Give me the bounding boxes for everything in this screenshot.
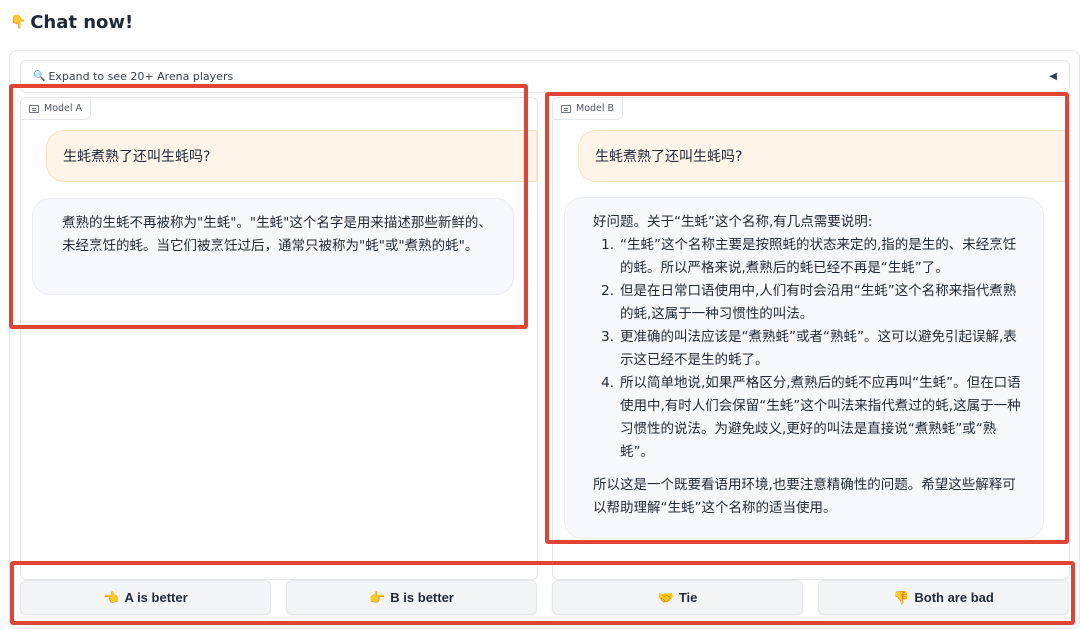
accordion-label: Expand to see 20+ Arena players bbox=[48, 70, 234, 83]
user-message-text: 生蚝煮熟了还叫生蚝吗? bbox=[63, 149, 211, 165]
thumbs-down-icon: 👎 bbox=[893, 589, 910, 605]
pointing-right-icon: 👉 bbox=[369, 589, 386, 605]
button-label: A is better bbox=[124, 590, 188, 605]
bot-message-intro: 好问题。关于“生蚝”这个名称,有几点需要说明: bbox=[593, 214, 873, 230]
list-item-text: “生蚝”这个名称主要是按照蚝的状态来定的,指的是生的、未经烹饪的蚝。所以严格来说… bbox=[620, 237, 1017, 276]
caret-left-icon[interactable]: ◀ bbox=[1049, 71, 1057, 82]
arena-players-accordion[interactable]: 🔍 Expand to see 20+ Arena players ◀ bbox=[20, 60, 1070, 93]
button-label: Tie bbox=[678, 590, 698, 605]
list-item-number: 3. bbox=[601, 329, 614, 345]
button-label: B is better bbox=[390, 590, 454, 605]
user-message-text: 生蚝煮熟了还叫生蚝吗? bbox=[595, 149, 743, 165]
list-item-text: 所以简单地说,如果严格区分,煮熟后的蚝不应再叫“生蚝”。但在口语使用中,有时人们… bbox=[620, 375, 1021, 460]
list-item-number: 1. bbox=[601, 237, 614, 253]
bot-message: 煮熟的生蚝不再被称为"生蚝"。"生蚝"这个名字是用来描述那些新鲜的、未经烹饪的蚝… bbox=[32, 198, 514, 295]
a-is-better-button[interactable]: 👈 A is better bbox=[20, 580, 271, 615]
list-item-text: 但是在日常口语使用中,人们有时会沿用“生蚝”这个名称来指代煮熟的蚝,这属于一种习… bbox=[620, 283, 1017, 322]
tie-button[interactable]: 🤝 Tie bbox=[552, 580, 803, 615]
chat-icon bbox=[561, 104, 571, 113]
handshake-icon: 🤝 bbox=[657, 589, 674, 605]
chat-icon bbox=[29, 104, 39, 113]
user-message: 生蚝煮熟了还叫生蚝吗? bbox=[46, 130, 537, 182]
pointing-down-icon: 👇 bbox=[10, 15, 27, 30]
list-item-number: 4. bbox=[601, 375, 614, 391]
list-item: 4. 所以简单地说,如果严格区分,煮熟后的蚝不应再叫“生蚝”。但在口语使用中,有… bbox=[593, 372, 1029, 464]
page-title-text: Chat now! bbox=[30, 12, 134, 33]
model-a-label: Model A bbox=[21, 98, 92, 120]
list-item: 1. “生蚝”这个名称主要是按照蚝的状态来定的,指的是生的、未经烹饪的蚝。所以严… bbox=[593, 234, 1029, 280]
bot-message-text: 煮熟的生蚝不再被称为"生蚝"。"生蚝"这个名字是用来描述那些新鲜的、未经烹饪的蚝… bbox=[62, 215, 492, 254]
list-item: 2. 但是在日常口语使用中,人们有时会沿用“生蚝”这个名称来指代煮熟的蚝,这属于… bbox=[593, 280, 1029, 326]
list-item: 3. 更准确的叫法应该是“煮熟蚝”或者“熟蚝”。这可以避免引起误解,表示这已经不… bbox=[593, 326, 1029, 372]
model-b-label: Model B bbox=[553, 98, 624, 120]
model-b-label-text: Model B bbox=[576, 103, 615, 114]
b-is-better-button[interactable]: 👉 B is better bbox=[286, 580, 537, 615]
pointing-left-icon: 👈 bbox=[103, 589, 120, 605]
bot-message: 好问题。关于“生蚝”这个名称,有几点需要说明: 1. “生蚝”这个名称主要是按照… bbox=[564, 197, 1044, 539]
bot-message-outro: 所以这是一个既要看语用环境,也要注意精确性的问题。希望这些解释可以帮助理解“生蚝… bbox=[593, 477, 1016, 516]
user-message: 生蚝煮熟了还叫生蚝吗? bbox=[578, 130, 1069, 182]
list-item-text: 更准确的叫法应该是“煮熟蚝”或者“熟蚝”。这可以避免引起误解,表示这已经不是生的… bbox=[620, 329, 1017, 368]
button-label: Both are bad bbox=[914, 590, 994, 605]
both-are-bad-button[interactable]: 👎 Both are bad bbox=[818, 580, 1069, 615]
magnifier-icon: 🔍 bbox=[33, 71, 46, 82]
page-title: 👇 Chat now! bbox=[10, 12, 133, 33]
chatbot-model-b[interactable]: Model B 生蚝煮熟了还叫生蚝吗? 好问题。关于“生蚝”这个名称,有几点需要… bbox=[552, 97, 1070, 580]
list-item-number: 2. bbox=[601, 283, 614, 299]
bot-message-list: 1. “生蚝”这个名称主要是按照蚝的状态来定的,指的是生的、未经烹饪的蚝。所以严… bbox=[593, 234, 1029, 464]
chatbot-model-a[interactable]: Model A 生蚝煮熟了还叫生蚝吗? 煮熟的生蚝不再被称为"生蚝"。"生蚝"这… bbox=[20, 97, 538, 580]
model-a-label-text: Model A bbox=[44, 103, 83, 114]
